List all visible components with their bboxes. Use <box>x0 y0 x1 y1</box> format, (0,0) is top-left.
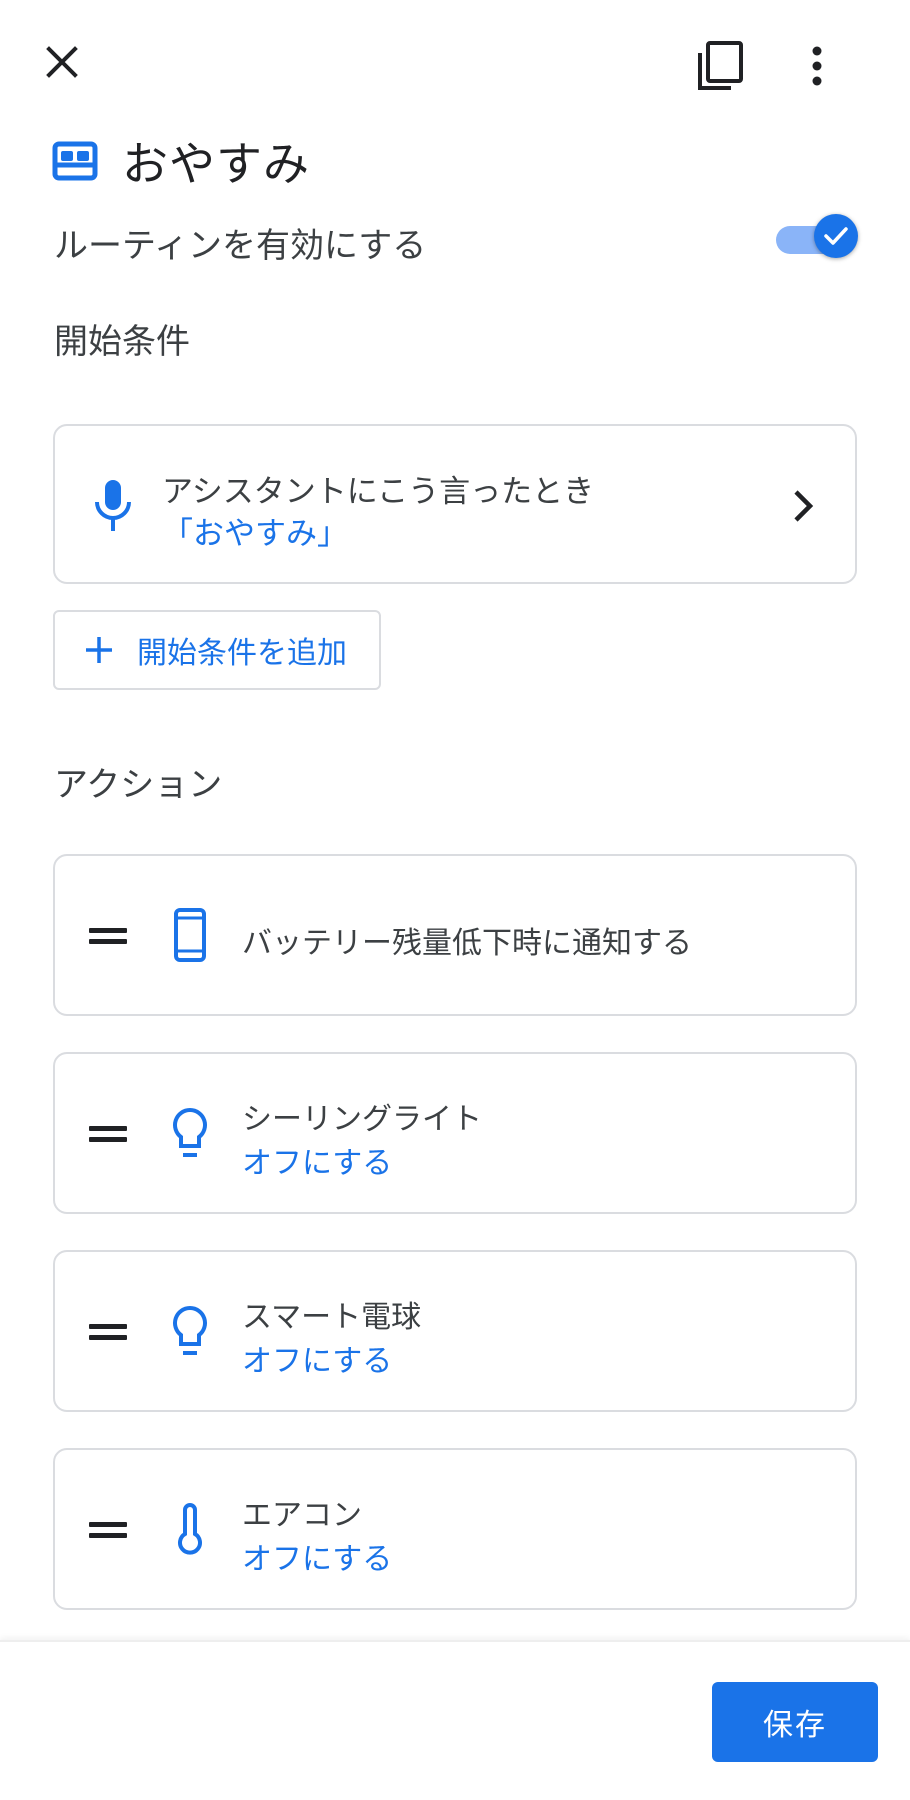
action-title: シーリングライト <box>242 1102 482 1137</box>
starters-section-title: 開始条件 <box>54 322 190 362</box>
copy-icon <box>698 41 743 90</box>
starter-card[interactable]: アシスタントにこう言ったとき 「おやすみ」 <box>53 424 857 584</box>
enable-routine-toggle[interactable] <box>772 214 858 266</box>
routine-editor-screen: おやすみ ルーティンを有効にする 開始条件 アシスタントにこう言ったとき 「おや… <box>0 0 910 1800</box>
plus-icon <box>86 637 112 663</box>
action-card-smart-bulb[interactable]: スマート電球 オフにする <box>53 1250 857 1412</box>
mic-icon <box>95 480 131 531</box>
action-subtitle: オフにする <box>242 1146 393 1181</box>
lightbulb-icon <box>173 1107 207 1157</box>
action-card-air-conditioner[interactable]: エアコン オフにする <box>53 1448 857 1610</box>
phone-icon <box>174 908 206 962</box>
drag-handle-icon[interactable] <box>89 1522 127 1540</box>
enable-routine-label: ルーティンを有効にする <box>54 226 427 266</box>
more-options-button[interactable] <box>785 30 849 102</box>
add-starter-label: 開始条件を追加 <box>137 636 347 671</box>
action-title: エアコン <box>242 1498 362 1533</box>
action-subtitle: オフにする <box>242 1542 393 1577</box>
close-icon <box>46 46 78 78</box>
routine-header: おやすみ <box>52 128 310 194</box>
action-title: バッテリー残量低下時に通知する <box>242 926 692 961</box>
routine-title: おやすみ <box>122 137 310 191</box>
starter-phrase: 「おやすみ」 <box>162 516 348 552</box>
drag-handle-icon[interactable] <box>89 1324 127 1342</box>
add-starter-button[interactable]: 開始条件を追加 <box>53 610 381 690</box>
toggle-knob <box>814 214 858 258</box>
close-button[interactable] <box>30 30 94 94</box>
chevron-right-icon <box>794 490 814 522</box>
check-icon <box>824 227 848 245</box>
bed-icon <box>52 141 98 181</box>
enable-routine-row: ルーティンを有効にする <box>54 214 858 268</box>
actions-section-title: アクション <box>54 765 223 805</box>
action-card-ceiling-light[interactable]: シーリングライト オフにする <box>53 1052 857 1214</box>
save-button[interactable]: 保存 <box>712 1682 878 1762</box>
action-title: スマート電球 <box>242 1300 422 1335</box>
lightbulb-icon <box>173 1305 207 1355</box>
action-card-battery[interactable]: バッテリー残量低下時に通知する <box>53 854 857 1016</box>
starter-label: アシスタントにこう言ったとき <box>162 474 595 510</box>
duplicate-button[interactable] <box>684 30 756 102</box>
more-vert-icon <box>812 46 822 86</box>
thermometer-icon <box>178 1503 202 1555</box>
action-subtitle: オフにする <box>242 1344 393 1379</box>
drag-handle-icon[interactable] <box>89 928 127 946</box>
drag-handle-icon[interactable] <box>89 1126 127 1144</box>
